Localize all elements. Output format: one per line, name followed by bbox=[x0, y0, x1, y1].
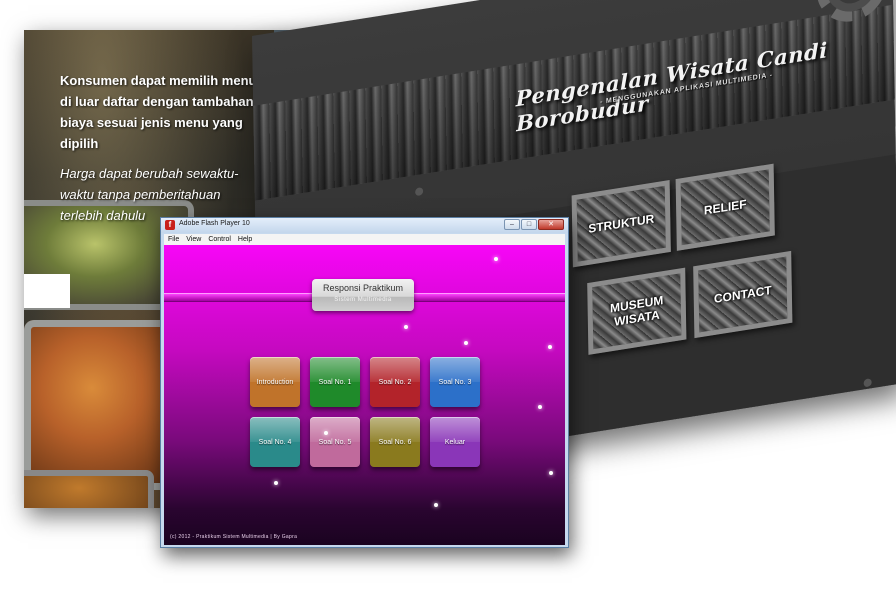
flash-player-window: f Adobe Flash Player 10 – □ ✕ File View … bbox=[160, 217, 569, 548]
window-title: Adobe Flash Player 10 bbox=[179, 220, 250, 227]
title-bar[interactable]: f Adobe Flash Player 10 – □ ✕ bbox=[161, 218, 568, 233]
button-label: Soal No. 1 bbox=[318, 378, 352, 386]
responsi-title: Responsi Praktikum bbox=[322, 283, 404, 293]
introduction-button[interactable]: Introduction bbox=[250, 357, 300, 407]
minimize-button[interactable]: – bbox=[504, 219, 520, 230]
sparkle bbox=[324, 431, 328, 435]
sparkle bbox=[404, 325, 408, 329]
flash-player-icon: f bbox=[165, 220, 175, 230]
sparkle bbox=[494, 257, 498, 261]
button-label: Soal No. 6 bbox=[378, 438, 412, 446]
flash-stage: Responsi Praktikum Sistem Multimedia Int… bbox=[164, 245, 565, 545]
sparkle bbox=[549, 471, 553, 475]
button-label: Introduction bbox=[256, 378, 294, 386]
menu-file[interactable]: File bbox=[168, 234, 179, 245]
soal-5-button[interactable]: Soal No. 5 bbox=[310, 417, 360, 467]
maximize-button[interactable]: □ bbox=[521, 219, 537, 230]
footer-credit: (c) 2012 - Praktikum Sistem Multimedia |… bbox=[170, 534, 298, 540]
responsi-header-box: Responsi Praktikum Sistem Multimedia bbox=[312, 279, 414, 311]
menu-help[interactable]: Help bbox=[238, 234, 252, 245]
keluar-button[interactable]: Keluar bbox=[430, 417, 480, 467]
window-controls: – □ ✕ bbox=[504, 219, 564, 230]
sparkle bbox=[464, 341, 468, 345]
responsi-subtitle: Sistem Multimedia bbox=[334, 297, 392, 303]
menu-control[interactable]: Control bbox=[208, 234, 231, 245]
soal-1-button[interactable]: Soal No. 1 bbox=[310, 357, 360, 407]
decor-dot bbox=[415, 186, 424, 197]
white-block bbox=[24, 274, 70, 308]
menu-bar: File View Control Help bbox=[164, 234, 565, 245]
button-label: Keluar bbox=[444, 438, 466, 446]
food-tray-curry bbox=[24, 470, 154, 508]
button-label: Soal No. 4 bbox=[258, 438, 292, 446]
button-label: Soal No. 2 bbox=[378, 378, 412, 386]
sparkle bbox=[548, 345, 552, 349]
soal-2-button[interactable]: Soal No. 2 bbox=[370, 357, 420, 407]
button-label: Soal No. 5 bbox=[318, 438, 352, 446]
menu-view[interactable]: View bbox=[186, 234, 201, 245]
sparkle bbox=[434, 503, 438, 507]
soal-4-button[interactable]: Soal No. 4 bbox=[250, 417, 300, 467]
soal-3-button[interactable]: Soal No. 3 bbox=[430, 357, 480, 407]
close-button[interactable]: ✕ bbox=[538, 219, 564, 230]
sparkle bbox=[538, 405, 542, 409]
menu-info-text: Konsumen dapat memilih menu di luar daft… bbox=[60, 73, 257, 151]
button-label: Soal No. 3 bbox=[438, 378, 472, 386]
sparkle bbox=[274, 481, 278, 485]
soal-6-button[interactable]: Soal No. 6 bbox=[370, 417, 420, 467]
